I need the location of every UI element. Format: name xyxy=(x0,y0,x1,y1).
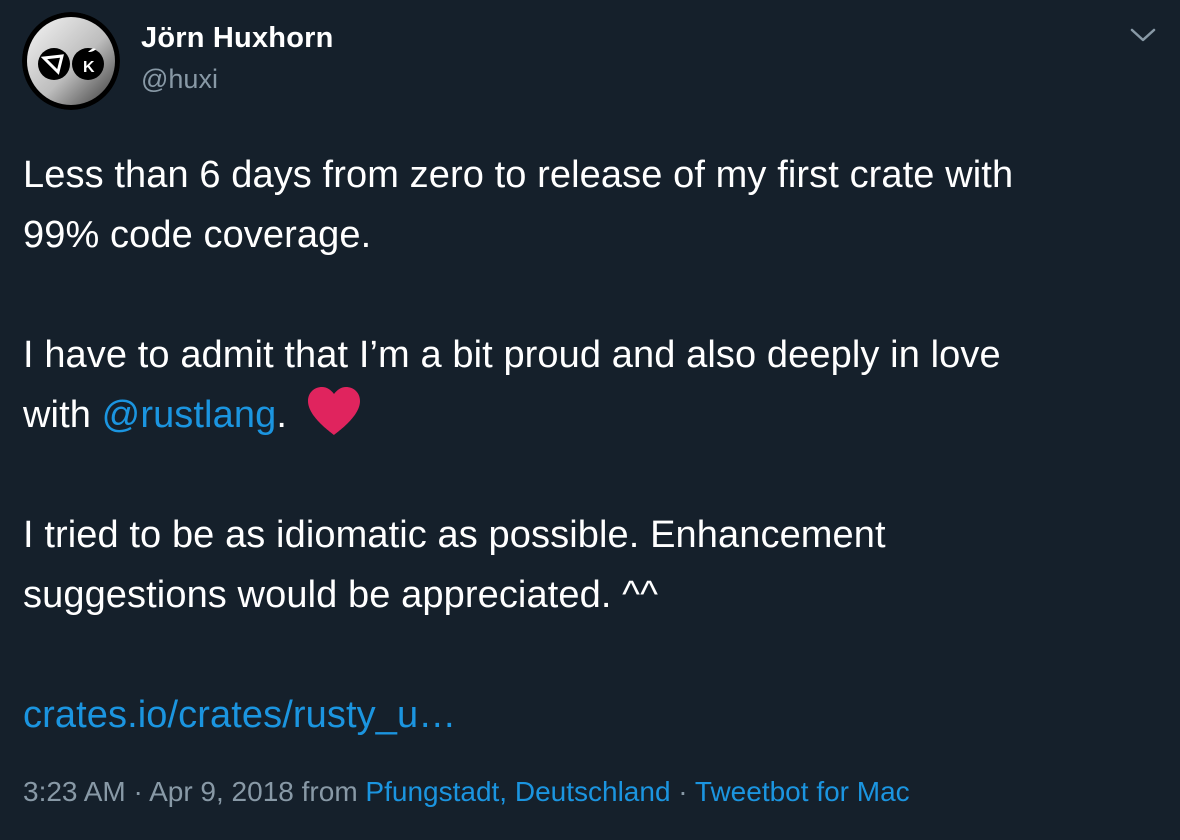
mention-link[interactable]: @rustlang xyxy=(102,394,277,436)
from-label: from xyxy=(293,776,366,807)
tweet-line-5: I tried to be as idiomatic as possible. … xyxy=(23,514,886,556)
tweet-line-2: 99% code coverage. xyxy=(23,214,372,256)
location-link[interactable]: Pfungstadt, Deutschland xyxy=(365,776,670,807)
tweet-line-1: Less than 6 days from zero to release of… xyxy=(23,154,1014,196)
avatar-logo-icon: K xyxy=(22,12,120,110)
crate-link[interactable]: crates.io/crates/rusty_u… xyxy=(23,694,456,736)
author-name[interactable]: Jörn Huxhorn xyxy=(141,22,334,55)
tweet-paragraph-1: Less than 6 days from zero to release of… xyxy=(23,145,1173,265)
svg-text:K: K xyxy=(83,59,95,76)
tweet-line-3: I have to admit that I’m a bit proud and… xyxy=(23,334,1001,376)
tweet-date[interactable]: Apr 9, 2018 xyxy=(149,776,294,807)
red-heart-icon xyxy=(307,387,360,435)
tweet-line-4-suffix: . xyxy=(276,394,287,436)
author-handle[interactable]: @huxi xyxy=(141,64,218,95)
meta-separator: · xyxy=(670,776,695,807)
tweet-line-6: suggestions would be appreciated. ^^ xyxy=(23,574,658,616)
tweet-paragraph-4: crates.io/crates/rusty_u… xyxy=(23,685,1173,745)
avatar[interactable]: K xyxy=(22,12,120,110)
tweet-line-4-prefix: with xyxy=(23,394,102,436)
tweet-time[interactable]: 3:23 AM xyxy=(23,776,126,807)
tweet-text: Less than 6 days from zero to release of… xyxy=(23,145,1173,745)
tweet-paragraph-3: I tried to be as idiomatic as possible. … xyxy=(23,505,1173,625)
tweet-paragraph-2: I have to admit that I’m a bit proud and… xyxy=(23,325,1173,445)
chevron-down-icon[interactable] xyxy=(1128,24,1158,46)
tweet-metadata: 3:23 AM · Apr 9, 2018 from Pfungstadt, D… xyxy=(23,776,910,808)
meta-separator: · xyxy=(125,776,150,807)
client-link[interactable]: Tweetbot for Mac xyxy=(695,776,910,807)
